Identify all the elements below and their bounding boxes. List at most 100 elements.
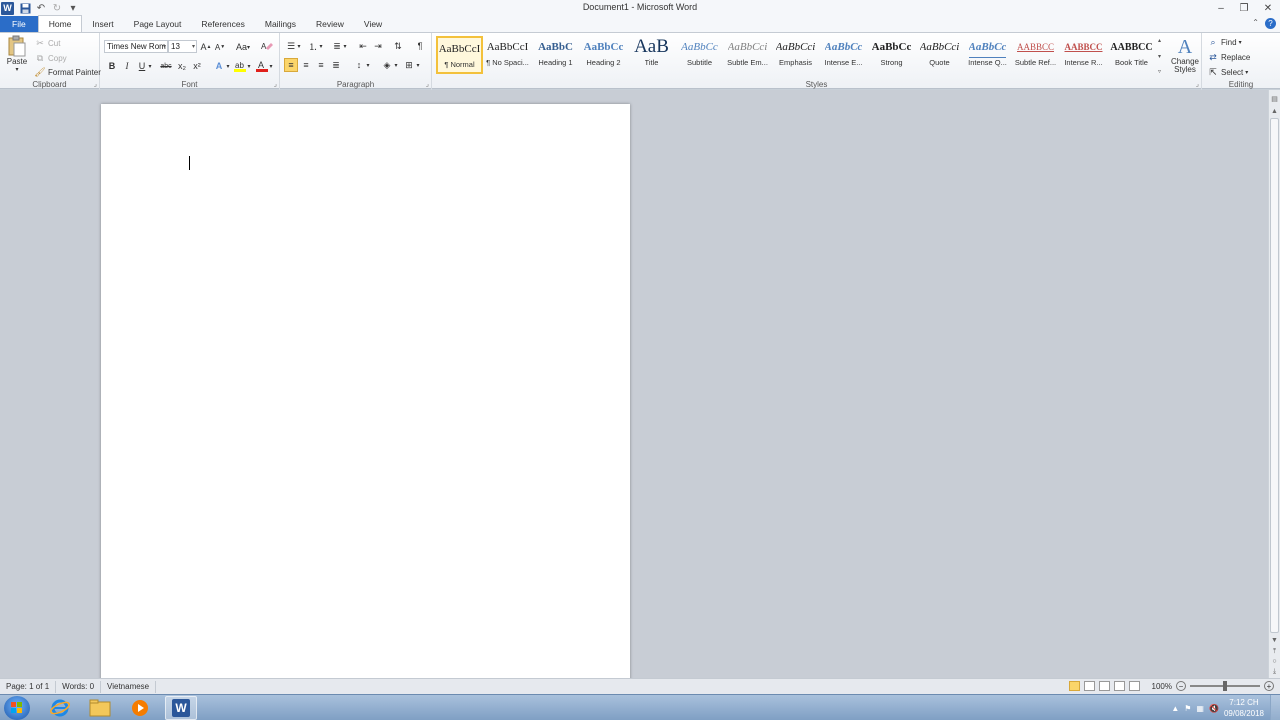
tab-page-layout[interactable]: Page Layout [124,16,192,32]
style-strong[interactable]: AaBbCc Strong [868,36,915,74]
minimize-ribbon-icon[interactable]: ⌃ [1252,18,1259,29]
zoom-out-icon[interactable]: − [1176,681,1186,691]
borders-options-icon[interactable]: ▾ [414,58,422,72]
bullets-options-icon[interactable]: ▾ [295,39,303,53]
restore-button[interactable]: ❐ [1233,0,1255,16]
vertical-scrollbar[interactable]: ▤ ▲ ▼ ⤒ ○ ⤓ [1268,90,1280,678]
style-subtitle[interactable]: AaBbCc Subtitle [676,36,723,74]
align-left-icon[interactable]: ≡ [284,58,298,72]
paste-button[interactable]: Paste ▾ [5,35,29,73]
font-family-combo[interactable]: Times New Rom ▾ [104,40,168,53]
copy-button[interactable]: ⧉ Copy [34,52,67,64]
tab-insert[interactable]: Insert [82,16,123,32]
font-launcher-icon[interactable]: ⌟ [274,80,277,88]
word-count[interactable]: Words: 0 [56,680,102,693]
web-layout-icon[interactable] [1098,681,1110,691]
grow-font-button[interactable]: A ▲ [199,40,213,54]
page-count[interactable]: Page: 1 of 1 [0,680,57,693]
styles-launcher-icon[interactable]: ⌟ [1196,80,1199,88]
bold-button[interactable]: B [105,59,119,73]
numbering-options-icon[interactable]: ▾ [317,39,325,53]
format-painter-button[interactable]: 🖌 Format Painter [34,66,101,78]
undo-icon[interactable]: ↶ [34,1,48,15]
strikethrough-button[interactable]: abc [158,59,174,73]
minimize-button[interactable]: – [1210,0,1232,16]
scroll-thumb[interactable] [1270,118,1279,633]
shading-options-icon[interactable]: ▾ [392,58,400,72]
font-size-combo[interactable]: 13 ▾ [168,40,197,53]
paragraph-launcher-icon[interactable]: ⌟ [426,80,429,88]
media-player-icon[interactable] [124,696,156,720]
ruler-toggle-icon[interactable]: ▤ [1269,93,1280,104]
chevron-down-icon[interactable]: ▾ [1158,53,1166,60]
show-formatting-icon[interactable]: ¶ [413,39,427,53]
clear-formatting-icon[interactable]: A [260,39,274,53]
style-intense-reference[interactable]: AABBCC Intense R... [1060,36,1107,74]
decrease-indent-icon[interactable]: ⇤ [356,39,370,53]
clock[interactable]: 7:12 CH 09/08/2018 [1224,697,1264,719]
italic-button[interactable]: I [120,59,134,73]
style-subtle-reference[interactable]: AABBCC Subtle Ref... [1012,36,1059,74]
tab-mailings[interactable]: Mailings [255,16,306,32]
zoom-slider[interactable] [1190,681,1260,691]
find-button[interactable]: ⌕ Find ▾ [1207,36,1241,48]
zoom-in-icon[interactable]: + [1264,681,1274,691]
scroll-down-icon[interactable]: ▼ [1269,635,1280,646]
zoom-slider-knob[interactable] [1223,681,1227,691]
redo-icon[interactable]: ↻ [50,1,64,15]
action-center-icon[interactable]: ⚑ [1184,704,1191,713]
customize-quick-access-icon[interactable]: ▾ [66,1,80,15]
help-icon[interactable]: ? [1265,18,1276,29]
justify-icon[interactable]: ≣ [329,58,343,72]
file-explorer-icon[interactable] [84,696,116,720]
style-book-title[interactable]: AABBCC Book Title [1108,36,1155,74]
outline-icon[interactable] [1113,681,1125,691]
style-emphasis[interactable]: AaBbCci Emphasis [772,36,819,74]
volume-muted-icon[interactable]: 🔇 [1209,704,1219,713]
draft-icon[interactable] [1128,681,1140,691]
select-button[interactable]: ⇱ Select ▾ [1207,66,1248,78]
full-screen-reading-icon[interactable] [1083,681,1095,691]
next-page-icon[interactable]: ⤓ [1269,666,1280,677]
print-layout-icon[interactable] [1068,681,1080,691]
increase-indent-icon[interactable]: ⇥ [371,39,385,53]
highlight-options-icon[interactable]: ▾ [245,59,253,73]
show-hidden-icons-icon[interactable]: ▲ [1171,704,1179,713]
network-icon[interactable]: ▦ [1196,704,1204,713]
subscript-button[interactable]: x₂ [175,59,189,73]
sort-icon[interactable]: ⇅ [391,39,405,53]
tab-view[interactable]: View [354,16,392,32]
change-styles-button[interactable]: A Change Styles [1170,36,1200,74]
cut-button[interactable]: ✂ Cut [34,37,60,49]
clipboard-launcher-icon[interactable]: ⌟ [94,80,97,88]
word-taskbar-icon[interactable]: W [165,696,197,720]
font-color-options-icon[interactable]: ▾ [267,59,275,73]
style-title[interactable]: AaB Title [628,36,675,74]
style-heading-1[interactable]: AaBbC Heading 1 [532,36,579,74]
style-quote[interactable]: AaBbCci Quote [916,36,963,74]
style-subtle-emphasis[interactable]: AaBbCci Subtle Em... [724,36,771,74]
align-center-icon[interactable]: ≡ [299,58,313,72]
style-heading-2[interactable]: AaBbCc Heading 2 [580,36,627,74]
word-app-icon[interactable]: W [1,1,14,15]
save-icon[interactable] [18,1,32,15]
document-page[interactable] [101,104,630,678]
close-button[interactable]: ✕ [1257,0,1279,16]
style-intense-emphasis[interactable]: AaBbCc Intense E... [820,36,867,74]
document-area[interactable] [0,90,1268,678]
tab-home[interactable]: Home [37,15,83,32]
change-case-button[interactable]: Aa ▾ [234,40,252,54]
show-desktop-button[interactable] [1270,695,1280,720]
chevron-up-icon[interactable]: ▴ [1158,37,1166,44]
tab-file[interactable]: File [0,16,38,32]
scroll-up-icon[interactable]: ▲ [1269,106,1280,117]
multilevel-options-icon[interactable]: ▾ [341,39,349,53]
zoom-level[interactable]: 100% [1152,682,1172,691]
style-no-spacing[interactable]: AaBbCcI ¶ No Spaci... [484,36,531,74]
language[interactable]: Vietnamese [101,680,157,693]
superscript-button[interactable]: x² [190,59,204,73]
more-styles-icon[interactable]: ▿ [1158,68,1166,75]
shrink-font-button[interactable]: A ▼ [213,40,227,54]
tab-references[interactable]: References [191,16,254,32]
line-spacing-options-icon[interactable]: ▾ [364,58,372,72]
